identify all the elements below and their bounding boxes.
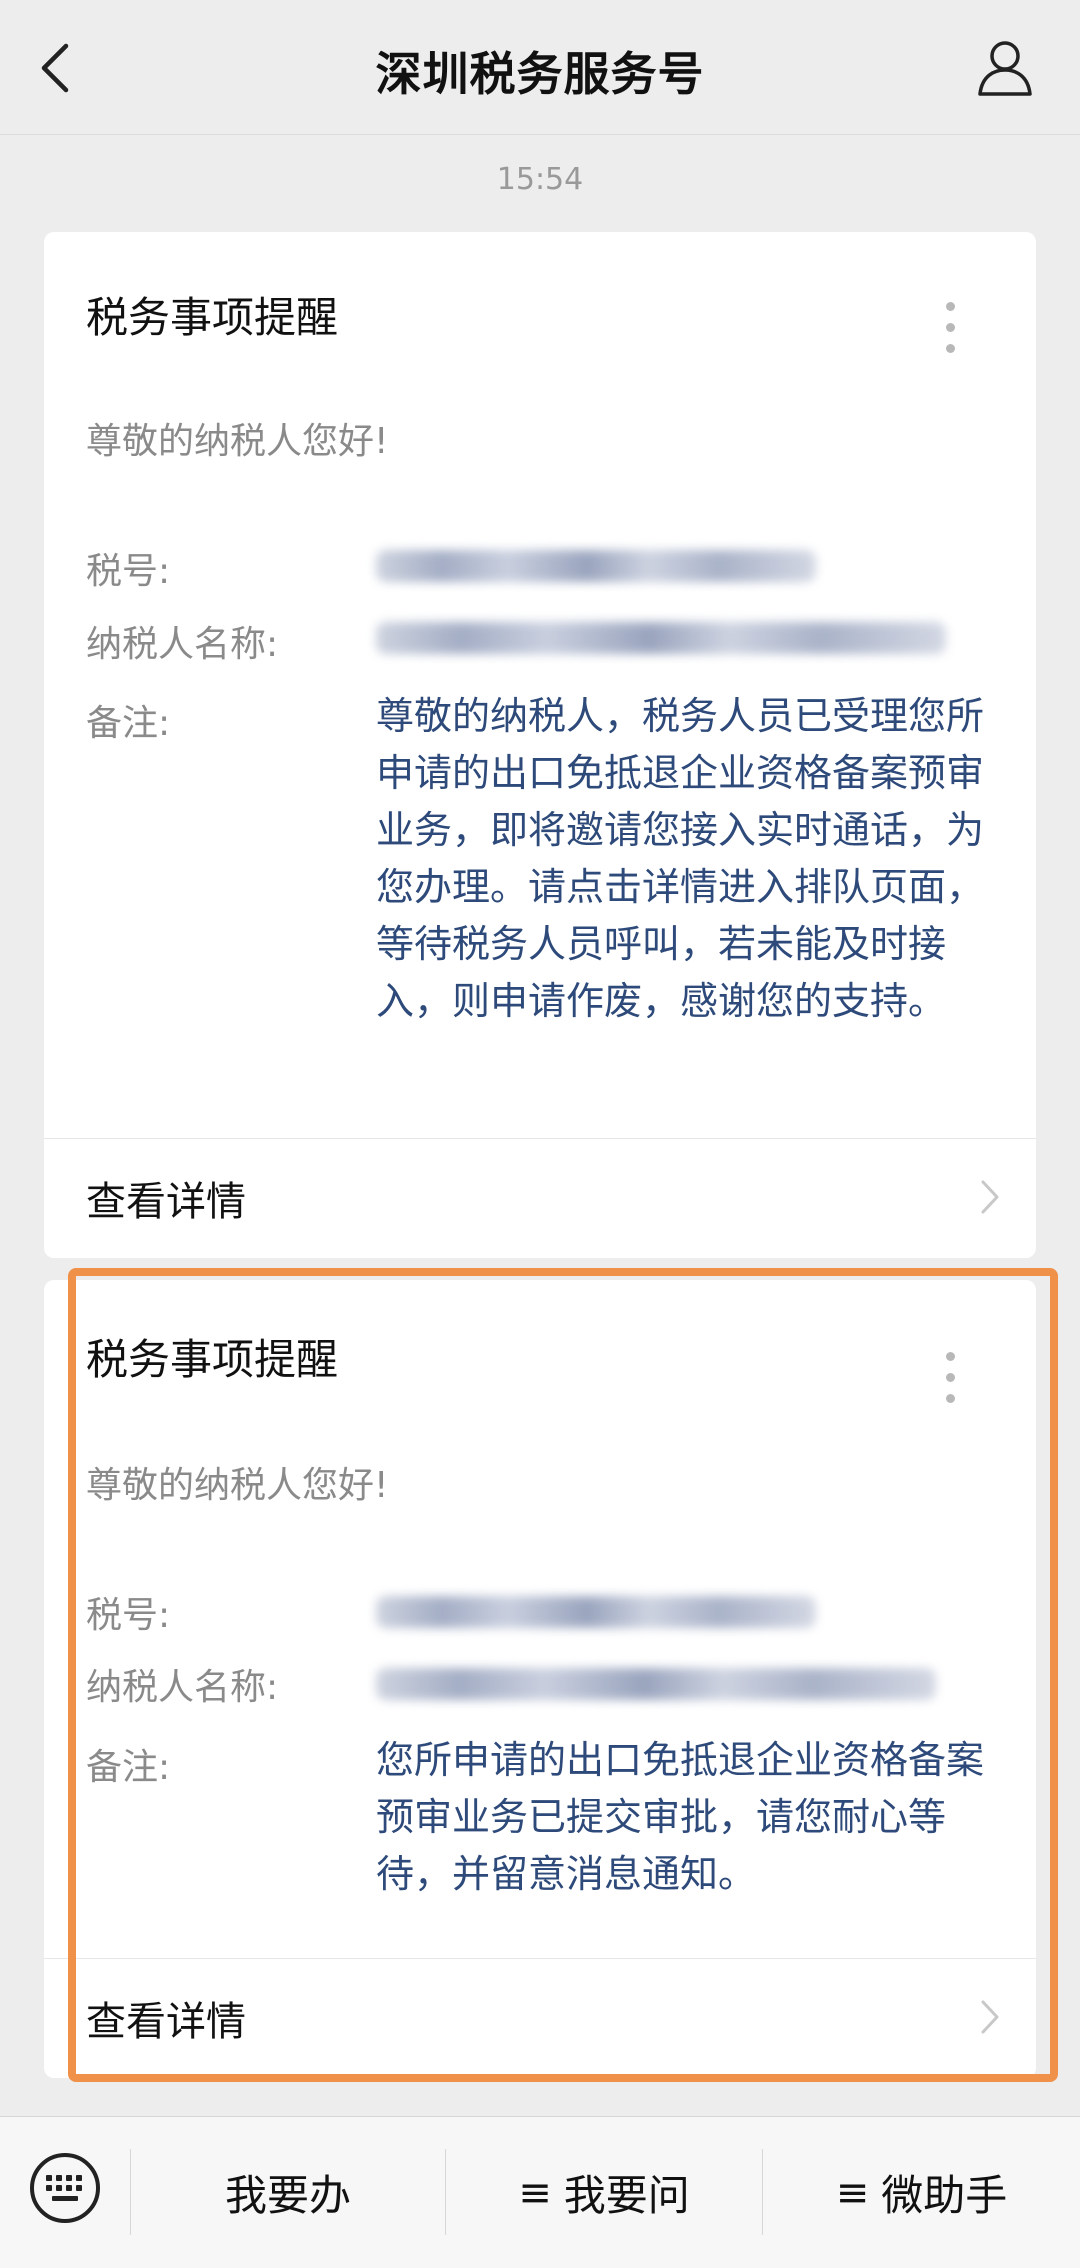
remark-label: 备注: [86,1747,171,1788]
greeting-text: 尊敬的纳税人您好! [86,421,389,462]
message-card: 税务事项提醒 尊敬的纳税人您好! 税号: 纳税人名称: 备注: 您所申请的出口免… [44,1280,1036,2078]
taxpayer-name-label: 纳税人名称: [86,624,279,665]
menu-label: 我要问 [563,2171,690,2220]
menu-label: 我要办 [224,2171,351,2220]
remark-text: 您所申请的出口免抵退企业资格备案预审业务已提交审批，请您耐心等待，并留意消息通知… [376,1738,985,1896]
more-options-icon[interactable] [944,302,956,358]
message-timestamp: 15:54 [496,162,584,197]
menu-label: 微助手 [881,2171,1008,2220]
greeting-text: 尊敬的纳税人您好! [86,1465,389,1506]
chevron-right-icon [981,2000,999,2034]
menu-button-assistant[interactable]: ≡ 微助手 [763,2117,1080,2268]
menu-button-todo[interactable]: 我要办 [131,2117,445,2268]
page-title: 深圳税务服务号 [375,47,705,101]
view-details-row[interactable]: 查看详情 [44,1959,1036,2075]
profile-icon[interactable] [976,38,1034,96]
tax-id-label: 税号: [86,551,171,592]
taxpayer-name-value-redacted [376,622,946,654]
view-details-label: 查看详情 [86,1179,246,1225]
tax-id-value-redacted [376,550,816,582]
menu-button-ask[interactable]: ≡ 我要问 [446,2117,762,2268]
view-details-row[interactable]: 查看详情 [44,1139,1036,1255]
tax-id-label: 税号: [86,1595,171,1636]
taxpayer-name-value-redacted [376,1668,936,1700]
card-title: 税务事项提醒 [86,1335,339,1384]
message-card: 税务事项提醒 尊敬的纳税人您好! 税号: 纳税人名称: 备注: 尊敬的纳税人，税… [44,232,1036,1258]
keyboard-icon[interactable] [28,2151,102,2225]
remark-text: 尊敬的纳税人，税务人员已受理您所申请的出口免抵退企业资格备案预审业务，即将邀请您… [376,694,985,1023]
more-options-icon[interactable] [944,1352,956,1408]
menu-list-icon: ≡ [518,2169,552,2216]
tax-id-value-redacted [376,1596,816,1628]
taxpayer-name-label: 纳税人名称: [86,1667,279,1708]
menu-list-icon: ≡ [835,2169,870,2216]
chevron-right-icon [981,1180,999,1214]
top-bar: 深圳税务服务号 [0,0,1080,135]
view-details-label: 查看详情 [86,1999,246,2045]
remark-label: 备注: [86,703,171,744]
bottom-menu-bar: 我要办 ≡ 我要问 ≡ 微助手 [0,2116,1080,2268]
card-title: 税务事项提醒 [86,293,339,342]
